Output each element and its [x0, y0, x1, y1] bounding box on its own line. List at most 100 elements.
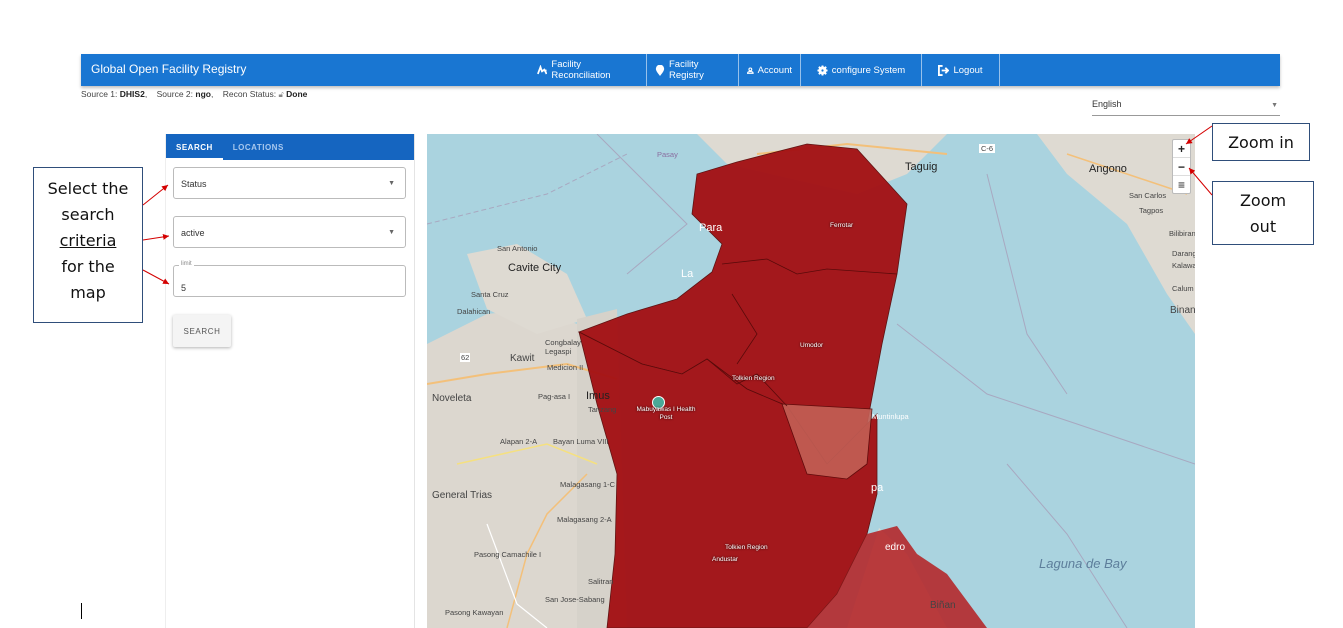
- layers-icon[interactable]: ≡: [1173, 176, 1190, 193]
- callout-line: search: [61, 205, 115, 224]
- map-label: Dalahican: [457, 307, 491, 316]
- panel-tabs: SEARCH LOCATIONS: [166, 134, 414, 160]
- map-label: Para: [699, 222, 723, 234]
- recon-label: Recon Status:: [222, 89, 277, 99]
- zoom-out-callout: Zoom out: [1212, 181, 1314, 245]
- map-label: Pasong Camachile I: [474, 550, 542, 559]
- map-label: Pag-asa I: [538, 392, 571, 401]
- language-select[interactable]: English ▼: [1092, 99, 1280, 116]
- chevron-down-icon: ▼: [1271, 102, 1278, 109]
- map-label: Malagasang 1-C: [560, 480, 616, 489]
- select-criteria-callout: Select the search criteria for the map: [33, 167, 143, 323]
- map-label: San Carlos: [1129, 191, 1167, 200]
- map-label: 62: [460, 353, 471, 362]
- callout-line: for the: [61, 257, 115, 276]
- person-icon: [747, 66, 754, 74]
- search-button[interactable]: SEARCH: [173, 315, 231, 347]
- text-cursor: [81, 603, 82, 619]
- map-label: Kawit: [510, 353, 535, 364]
- source1-label: Source 1:: [81, 89, 118, 99]
- map-label: Kalawaan: [1172, 261, 1195, 270]
- callout-line: Zoom: [1239, 191, 1287, 210]
- gear-icon: [817, 64, 828, 76]
- lock-icon: 🔓︎: [278, 90, 284, 99]
- tab-search[interactable]: SEARCH: [166, 134, 223, 160]
- map-label: Cavite City: [508, 262, 562, 274]
- filter-value-select[interactable]: active ▼: [173, 216, 406, 248]
- nav-label: Logout: [953, 64, 983, 76]
- filter-value-value: active: [181, 228, 205, 238]
- source2-label: Source 2:: [156, 89, 194, 99]
- map-label: Pasong Kawayan: [445, 608, 504, 617]
- nav-facility-registry[interactable]: Facility Registry: [647, 54, 739, 86]
- map-label: Laguna de Bay: [1039, 556, 1127, 571]
- map-label: Salitran: [588, 577, 614, 586]
- nav-menu: Facility Reconciliation Facility Registr…: [529, 54, 1000, 86]
- region-label[interactable]: Umodor: [800, 342, 823, 349]
- chevron-down-icon: ▼: [388, 180, 395, 187]
- map-label: Calum: [1172, 284, 1194, 293]
- language-value: English: [1092, 99, 1122, 109]
- logout-icon: [938, 64, 950, 76]
- region-label[interactable]: Tolkien Region: [725, 544, 768, 551]
- map-label: pa: [871, 482, 884, 494]
- limit-input[interactable]: limit 5: [173, 261, 406, 297]
- map-label: San Jose-Sabang: [545, 595, 605, 604]
- map-label: Darangan: [1172, 249, 1195, 258]
- zoom-in-button[interactable]: +: [1173, 140, 1190, 158]
- top-navbar: Global Open Facility Registry Facility R…: [81, 54, 1280, 86]
- callout-line: out: [1249, 217, 1277, 236]
- map-pin-icon: [655, 64, 665, 76]
- region-label[interactable]: Tolkien Region: [732, 375, 775, 382]
- map-label: edro: [885, 542, 906, 553]
- map-label: La: [681, 268, 694, 280]
- map-label: General Trias: [432, 490, 493, 501]
- nav-label: Account: [757, 64, 792, 76]
- zoom-out-button[interactable]: −: [1173, 158, 1190, 176]
- map-label: Bayan Luma VIII: [553, 437, 609, 446]
- map-label: Biñan: [930, 600, 956, 611]
- nav-configure-system[interactable]: configure System: [801, 54, 922, 86]
- search-panel: SEARCH LOCATIONS Status ▼ active ▼ limit…: [165, 134, 415, 628]
- callout-line: criteria: [59, 231, 117, 250]
- nav-label: Facility Registry: [669, 59, 704, 81]
- map-label: Noveleta: [432, 393, 472, 404]
- filter-field-select[interactable]: Status ▼: [173, 167, 406, 199]
- map-label: San Antonio: [497, 244, 538, 253]
- zoom-in-callout: Zoom in: [1212, 123, 1310, 161]
- map-view[interactable]: Pasay Taguig C-6 Angono San Carlos Tagpo…: [427, 134, 1195, 628]
- callout-line: Zoom in: [1228, 133, 1294, 152]
- region-label[interactable]: Ferrotar: [830, 222, 853, 229]
- limit-value: 5: [181, 283, 187, 293]
- reconcile-icon: [537, 64, 548, 74]
- recon-value: Done: [286, 89, 308, 99]
- map-label: Tanzang: [588, 405, 617, 414]
- nav-label: configure System: [831, 64, 906, 76]
- facility-marker-label: Mabuyawas I Health Post: [636, 406, 696, 421]
- chevron-down-icon: ▼: [388, 229, 395, 236]
- map-label: Malagasang 2-A: [557, 515, 612, 524]
- source1-value: DHIS2: [119, 89, 145, 99]
- map-label: Santa Cruz: [471, 290, 509, 299]
- nav-account[interactable]: Account: [739, 54, 801, 86]
- filter-field-value: Status: [181, 179, 207, 189]
- map-label: C-6: [979, 144, 996, 153]
- nav-facility-reconciliation[interactable]: Facility Reconciliation: [529, 54, 647, 86]
- map-label: Congbalay Legaspi: [545, 338, 581, 356]
- map-base-layer: [427, 134, 1195, 628]
- nav-label: Facility Reconciliation: [551, 59, 611, 81]
- limit-label: limit: [179, 261, 194, 267]
- map-label: Angono: [1089, 163, 1127, 175]
- map-label: Muntinlupa: [872, 412, 909, 421]
- source2-value: ngo: [195, 89, 211, 99]
- tab-locations[interactable]: LOCATIONS: [223, 134, 294, 160]
- map-label: Medicion II: [547, 363, 584, 372]
- map-label: Imus: [586, 390, 610, 402]
- region-label[interactable]: Andustar: [712, 556, 738, 563]
- map-label: Binan: [1170, 305, 1195, 316]
- brand-title[interactable]: Global Open Facility Registry: [91, 62, 246, 76]
- zoom-control: + − ≡: [1172, 139, 1191, 194]
- map-label: Bilibiran: [1169, 229, 1195, 238]
- nav-logout[interactable]: Logout: [922, 54, 1000, 86]
- map-label: Taguig: [905, 161, 938, 173]
